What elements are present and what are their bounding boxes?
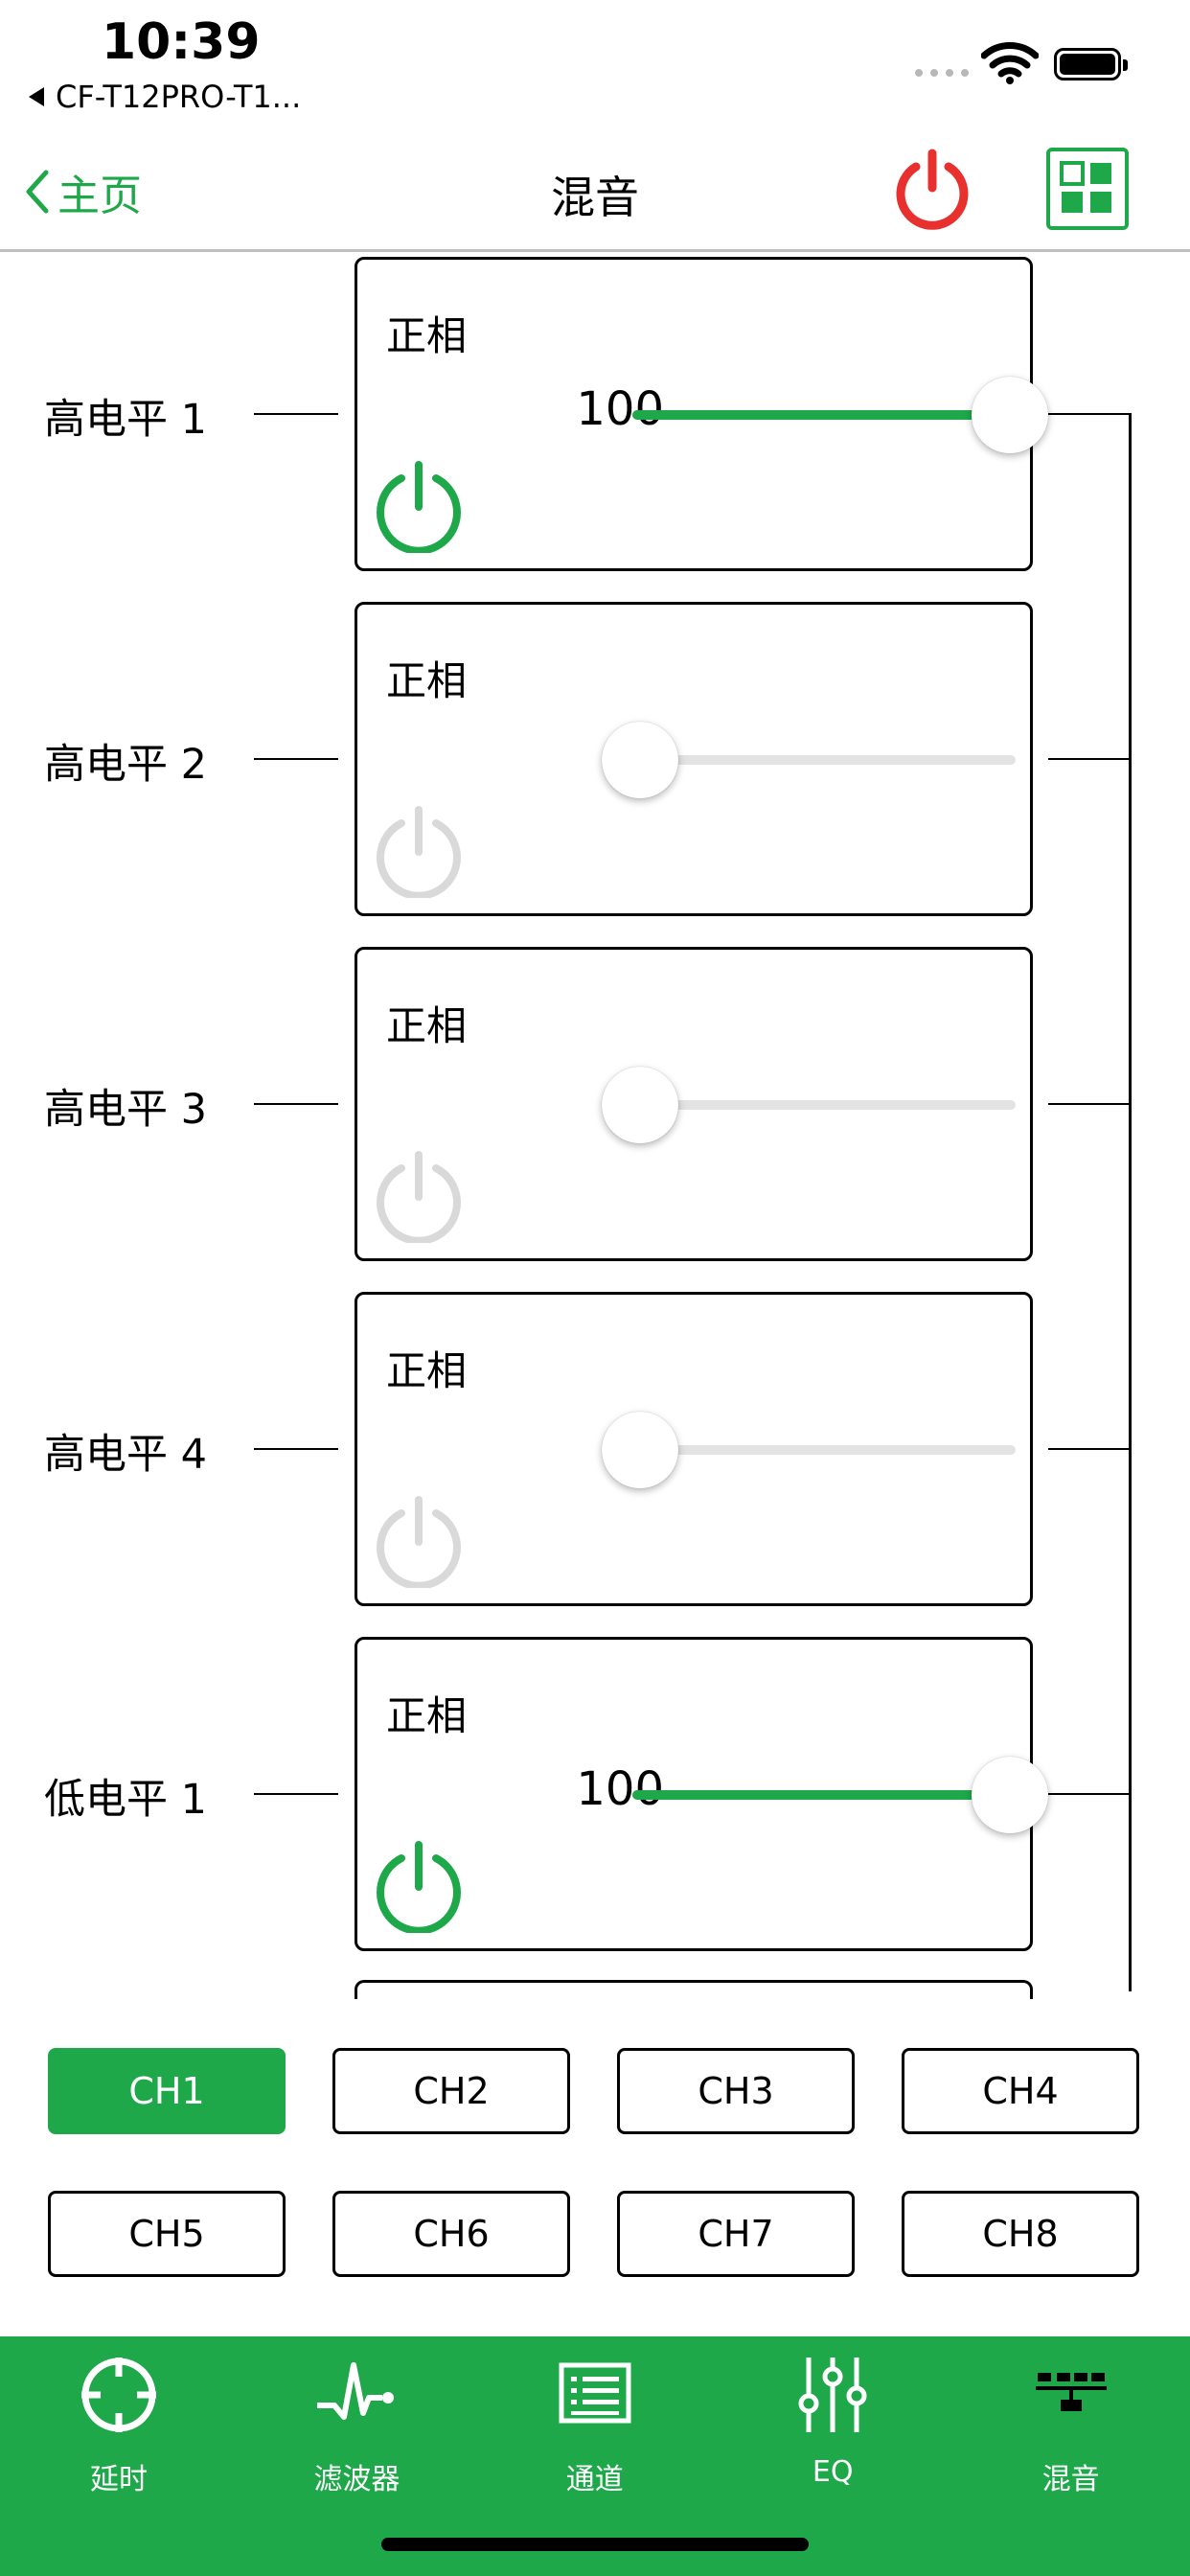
nav-divider	[0, 249, 1190, 252]
mix-card: 正相 0	[355, 602, 1033, 916]
channel-button-ch4[interactable]: CH4	[902, 2048, 1139, 2134]
crosshair-icon	[0, 2352, 238, 2438]
mix-card: 正相 100	[355, 257, 1048, 571]
power-icon	[377, 1496, 461, 1590]
mix-card: 正相 100	[355, 1637, 1048, 1951]
row-output-line	[1048, 1448, 1129, 1450]
phase-toggle[interactable]: 正相	[386, 994, 467, 1052]
tab-0[interactable]: 延时	[0, 2336, 238, 2528]
slider-thumb[interactable]	[972, 377, 1048, 453]
back-button[interactable]: 主页	[23, 161, 142, 222]
mix-slider[interactable]	[632, 1790, 1016, 1800]
tab-label: EQ	[812, 2455, 854, 2489]
row-input-line	[254, 1793, 338, 1795]
grid-layout-icon	[1060, 161, 1111, 213]
row-label: 高电平 4	[44, 1431, 208, 1479]
waveform-icon	[238, 2352, 475, 2438]
slider-thumb[interactable]	[602, 1412, 678, 1488]
mix-card: 正相 0	[355, 947, 1033, 1261]
row-input-line	[254, 1103, 338, 1105]
page-title: 混音	[551, 172, 639, 223]
mix-card: 正相 0	[355, 1292, 1033, 1606]
mix-slider[interactable]	[632, 1445, 1016, 1455]
mix-slider[interactable]	[632, 755, 1016, 765]
row-power-button[interactable]	[371, 1837, 467, 1937]
output-bus-line	[1129, 413, 1132, 1991]
channel-button-ch3[interactable]: CH3	[617, 2048, 855, 2134]
mix-value: 100	[576, 1762, 664, 1816]
row-label: 低电平 1	[44, 1776, 208, 1824]
mix-value: 100	[576, 382, 664, 436]
tab-label: 通道	[565, 2463, 624, 2496]
row-output-line	[1048, 758, 1129, 760]
tab-3[interactable]: EQ	[714, 2336, 951, 2528]
tab-1[interactable]: 滤波器	[238, 2336, 475, 2528]
row-input-line	[254, 758, 338, 760]
tab-label: 滤波器	[313, 2463, 400, 2496]
power-icon	[377, 806, 461, 900]
row-power-button[interactable]	[371, 457, 467, 557]
back-label: 主页	[57, 172, 142, 220]
power-icon	[896, 149, 969, 230]
slider-thumb[interactable]	[972, 1757, 1048, 1833]
row-output-line	[1048, 1793, 1129, 1795]
channel-button-ch5[interactable]: CH5	[48, 2191, 286, 2277]
row-power-button[interactable]	[371, 802, 467, 902]
tab-2[interactable]: 通道	[476, 2336, 714, 2528]
slider-fill	[632, 1790, 1016, 1800]
slider-fill	[632, 410, 1016, 420]
row-label: 高电平 3	[44, 1086, 208, 1134]
cellular-signal-icon	[915, 69, 969, 77]
phase-toggle[interactable]: 正相	[386, 1684, 467, 1742]
slider-thumb[interactable]	[602, 722, 678, 798]
power-icon	[377, 1151, 461, 1245]
phase-toggle[interactable]: 正相	[386, 649, 467, 707]
channel-button-ch6[interactable]: CH6	[332, 2191, 570, 2277]
back-app-label: CF-T12PRO-T1...	[56, 79, 302, 115]
channel-button-ch7[interactable]: CH7	[617, 2191, 855, 2277]
layout-grid-button[interactable]	[1046, 148, 1129, 230]
mixer-icon	[952, 2352, 1190, 2438]
row-label: 高电平 1	[44, 396, 208, 444]
tab-label: 混音	[1041, 2463, 1100, 2496]
phase-toggle[interactable]: 正相	[386, 1339, 467, 1397]
mix-slider[interactable]	[632, 1100, 1016, 1110]
channel-button-ch8[interactable]: CH8	[902, 2191, 1139, 2277]
power-icon	[377, 461, 461, 555]
row-label: 高电平 2	[44, 741, 208, 789]
channel-list-icon	[476, 2352, 714, 2438]
row-output-line	[1048, 413, 1129, 415]
battery-icon	[1054, 48, 1128, 80]
status-time: 10:39	[102, 13, 261, 71]
row-power-button[interactable]	[371, 1492, 467, 1592]
channel-button-ch2[interactable]: CH2	[332, 2048, 570, 2134]
wifi-icon	[980, 42, 1040, 88]
slider-thumb[interactable]	[602, 1067, 678, 1143]
master-power-button[interactable]	[889, 146, 975, 236]
power-icon	[377, 1841, 461, 1935]
sliders-icon	[714, 2352, 951, 2438]
back-to-app-link[interactable]: CF-T12PRO-T1...	[29, 79, 301, 115]
back-triangle-icon	[29, 87, 44, 106]
row-input-line	[254, 413, 338, 415]
home-indicator[interactable]	[381, 2538, 809, 2551]
tab-4[interactable]: 混音	[952, 2336, 1190, 2528]
chevron-left-icon	[26, 170, 49, 214]
mix-slider[interactable]	[632, 410, 1016, 420]
mix-card-partial	[355, 1980, 1033, 1999]
tab-label: 延时	[90, 2463, 148, 2496]
channel-button-ch1[interactable]: CH1	[48, 2048, 286, 2134]
row-power-button[interactable]	[371, 1147, 467, 1247]
row-output-line	[1048, 1103, 1129, 1105]
row-input-line	[254, 1448, 338, 1450]
phase-toggle[interactable]: 正相	[386, 304, 467, 362]
